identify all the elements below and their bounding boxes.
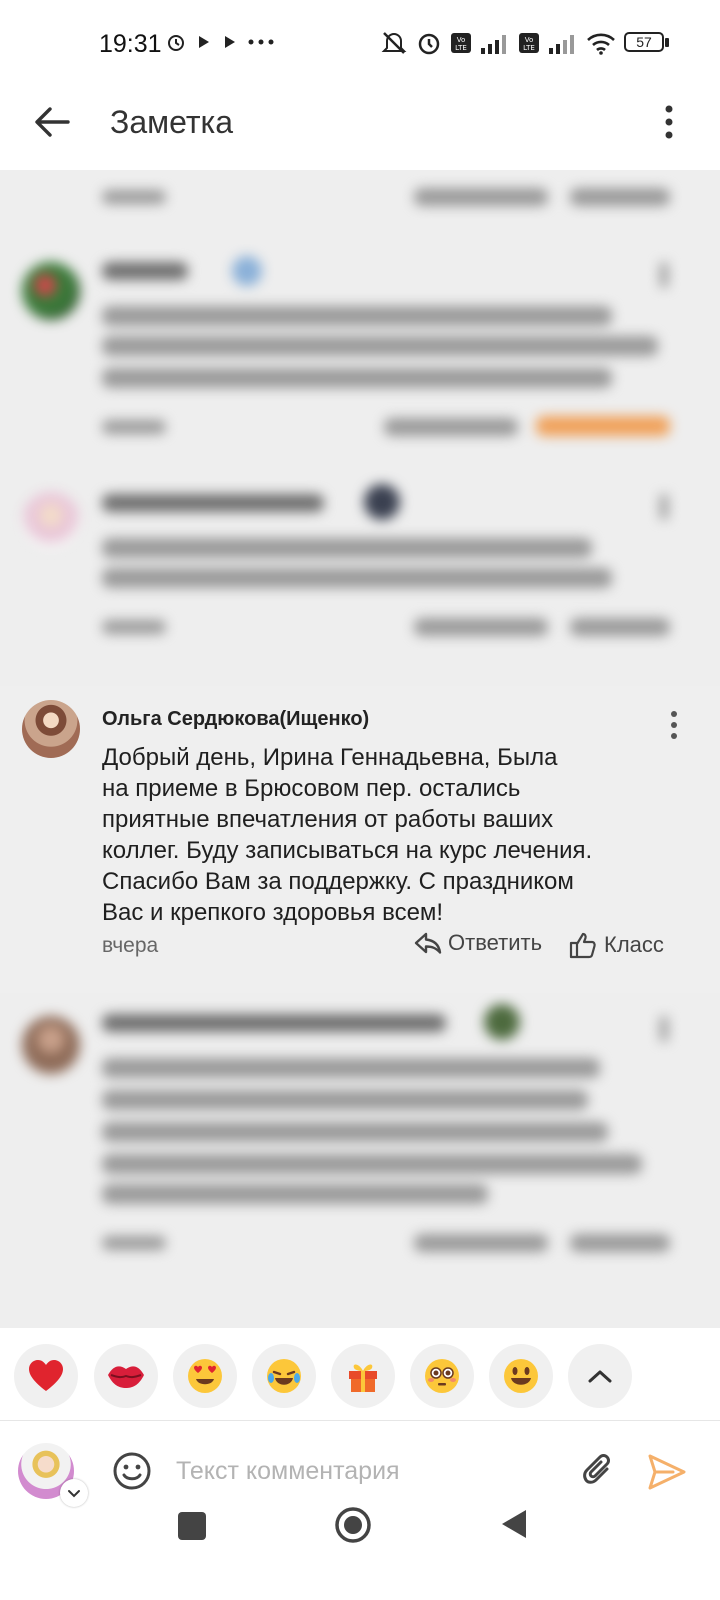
smile-icon[interactable] — [112, 1451, 152, 1491]
chevron-down-icon — [68, 1490, 80, 1498]
page-title: Заметка — [110, 104, 234, 140]
emoji-reactions-bar — [0, 1328, 720, 1420]
arrow-left-icon[interactable] — [30, 100, 74, 144]
comment-line: приятные впечатления от работы ваших — [102, 806, 554, 833]
battery-level: 57 — [636, 34, 652, 50]
alarm-icon — [418, 33, 440, 55]
mute-icon — [381, 32, 407, 54]
avatar[interactable] — [22, 700, 80, 758]
recent-apps-button[interactable] — [178, 1512, 206, 1540]
comments-feed[interactable]: Ольга Сердюкова(Ищенко) Добрый день, Ири… — [0, 170, 720, 1328]
reply-label: Ответить — [448, 930, 543, 955]
svg-text:Vo: Vo — [525, 36, 534, 44]
more-vertical-icon[interactable] — [662, 104, 676, 140]
emoji-heart-button[interactable] — [14, 1344, 78, 1408]
comment-line: Добрый день, Ирина Геннадьевна, Была — [102, 744, 558, 771]
back-button[interactable] — [500, 1508, 528, 1540]
lips-emoji-icon — [108, 1366, 144, 1388]
system-nav-bar — [0, 1507, 720, 1600]
home-button[interactable] — [334, 1506, 372, 1544]
battery-icon: 57 — [624, 32, 670, 54]
volte-icon: VoLTE — [519, 33, 539, 53]
more-dots-icon — [248, 39, 274, 45]
gift-emoji-icon — [349, 1364, 377, 1392]
comment-input[interactable]: Текст комментария — [176, 1457, 400, 1486]
status-time: 19:31 — [99, 30, 162, 58]
alarm-icon — [168, 35, 184, 51]
smiley-emoji-icon — [504, 1359, 538, 1393]
chevron-up-icon — [588, 1370, 612, 1383]
status-right-icons: Vo LTE Vo LTE 57 — [380, 30, 670, 56]
status-bar: 19:31 Vo LTE Vo LTE 57 — [0, 0, 720, 88]
comment-date: вчера — [102, 934, 159, 957]
like-button[interactable]: Класс — [568, 930, 664, 960]
like-label: Класс — [604, 932, 664, 957]
wifi-icon — [587, 33, 615, 55]
comment-line: Спасибо Вам за поддержку. С праздником — [102, 868, 574, 895]
play-icon — [199, 36, 209, 48]
heart-emoji-icon — [29, 1360, 63, 1391]
emoji-gift-button[interactable] — [331, 1344, 395, 1408]
play-icon — [225, 36, 235, 48]
comment-line: коллег. Буду записываться на курс лечени… — [102, 837, 593, 864]
thumb-up-icon — [569, 932, 596, 959]
svg-text:LTE: LTE — [455, 44, 467, 52]
emoji-flushed-button[interactable] — [410, 1344, 474, 1408]
comment-item: Ольга Сердюкова(Ищенко) Добрый день, Ири… — [0, 686, 720, 993]
comment-author[interactable]: Ольга Сердюкова(Ищенко) — [102, 708, 369, 731]
heart-eyes-emoji-icon — [188, 1359, 222, 1393]
signal-icon — [549, 35, 574, 54]
svg-text:Vo: Vo — [457, 36, 466, 44]
comment-line: на приеме в Брюсовом пер. остались — [102, 775, 521, 802]
reply-button[interactable]: Ответить — [414, 930, 542, 956]
app-bar — [0, 88, 720, 170]
send-icon[interactable] — [646, 1451, 688, 1493]
svg-text:LTE: LTE — [523, 44, 535, 52]
paperclip-icon[interactable] — [580, 1451, 616, 1491]
signal-icon — [481, 35, 506, 54]
emoji-kiss-button[interactable] — [94, 1344, 158, 1408]
more-vertical-icon[interactable] — [668, 710, 680, 740]
emoji-smiley-button[interactable] — [489, 1344, 553, 1408]
emoji-heart-eyes-button[interactable] — [173, 1344, 237, 1408]
flushed-emoji-icon — [425, 1359, 459, 1393]
account-switch-button[interactable] — [60, 1479, 88, 1507]
expand-emoji-button[interactable] — [568, 1344, 632, 1408]
reply-icon — [414, 932, 442, 954]
emoji-laugh-button[interactable] — [252, 1344, 316, 1408]
tears-of-joy-emoji-icon — [267, 1359, 301, 1393]
comment-line: Вас и крепкого здоровья всем! — [102, 899, 444, 926]
volte-icon: VoLTE — [451, 33, 471, 53]
status-left-icons — [166, 32, 274, 52]
comment-text: Добрый день, Ирина Геннадьевна, Была на … — [102, 742, 672, 928]
